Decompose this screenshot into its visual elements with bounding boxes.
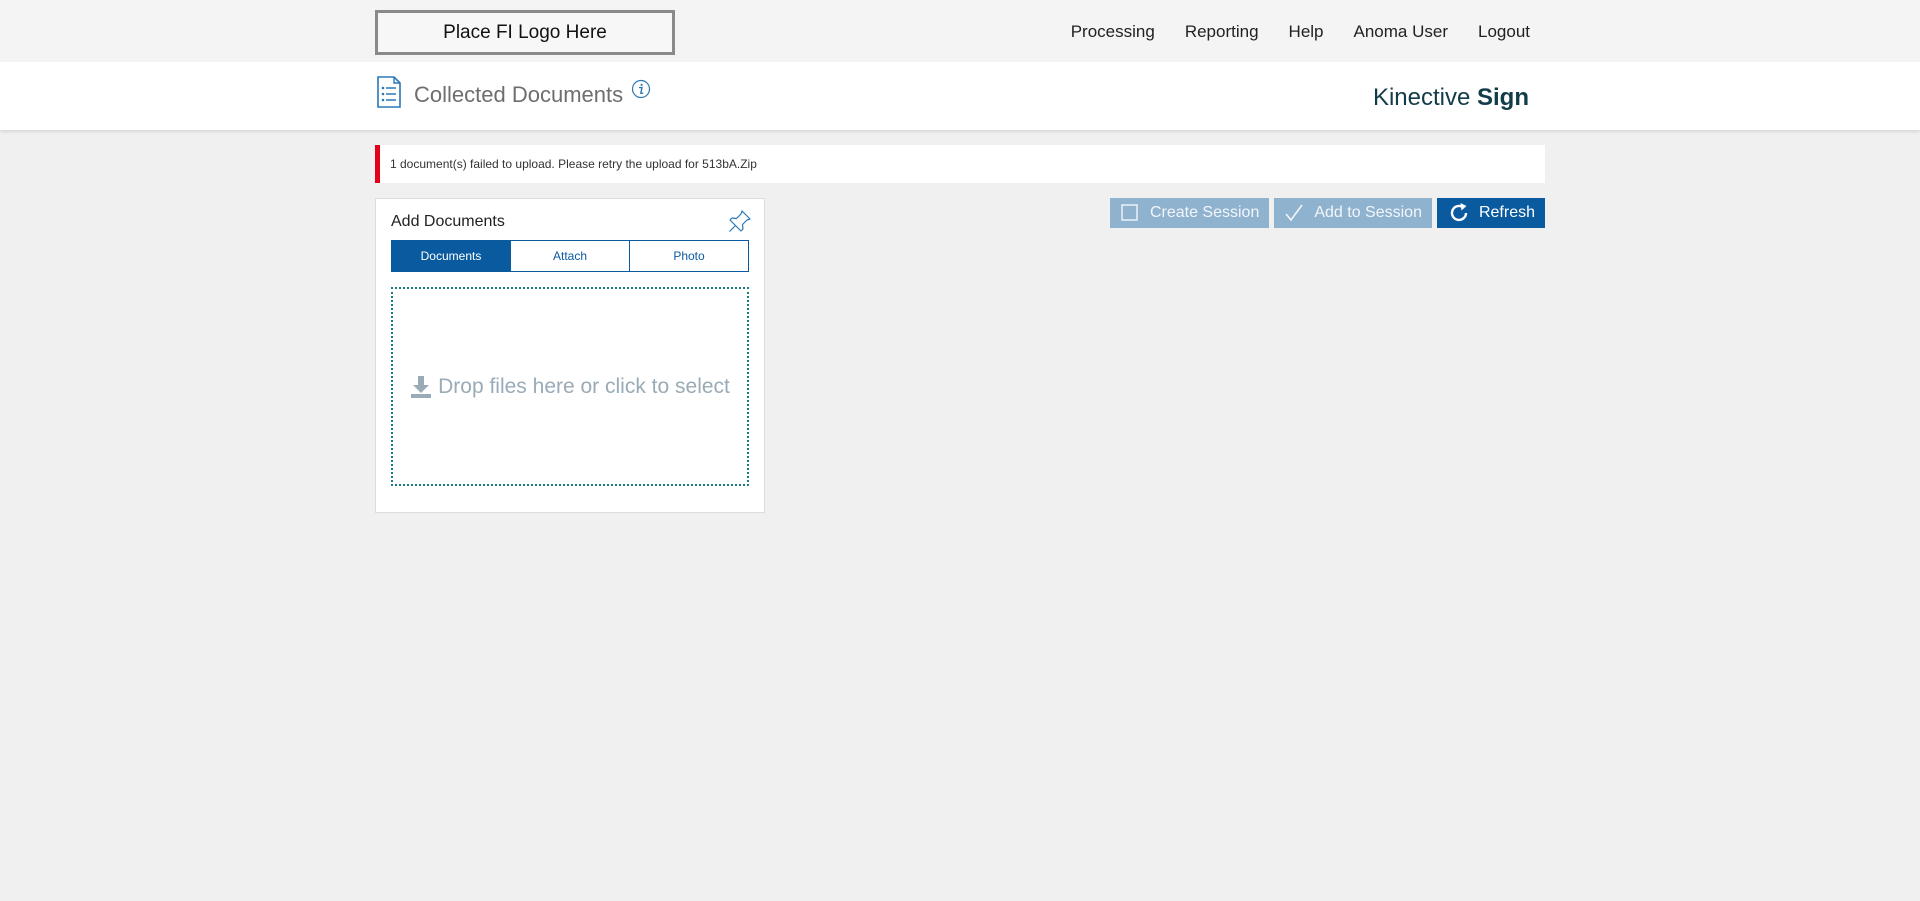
refresh-button[interactable]: Refresh [1436, 198, 1545, 228]
panel-title: Add Documents [391, 213, 505, 230]
tab-documents[interactable]: Documents [392, 241, 510, 271]
brand-bold-text: Sign [1477, 84, 1529, 111]
checkmark-icon [1285, 204, 1303, 222]
add-documents-panel: Add Documents Documents Attach Photo Dro… [375, 198, 765, 513]
checkbox-icon [1121, 204, 1138, 221]
refresh-icon [1450, 203, 1468, 222]
upload-error-alert: 1 document(s) failed to upload. Please r… [375, 145, 1545, 183]
brand-light-text: Kinective [1372, 84, 1477, 111]
nav-user[interactable]: Anoma User [1354, 22, 1448, 42]
tab-photo[interactable]: Photo [629, 241, 748, 271]
alert-message: 1 document(s) failed to upload. Please r… [390, 157, 757, 171]
download-icon [411, 375, 432, 398]
add-to-session-button[interactable]: Add to Session [1274, 198, 1432, 228]
create-session-button[interactable]: Create Session [1109, 198, 1270, 228]
nav-help[interactable]: Help [1289, 22, 1324, 42]
create-session-label: Create Session [1149, 204, 1260, 221]
nav-logout[interactable]: Logout [1478, 22, 1530, 42]
session-actions: Create Session Add to Session Refresh [1109, 198, 1545, 228]
dropzone-text: Drop files here or click to select [438, 374, 730, 398]
pin-icon[interactable] [728, 209, 752, 233]
nav-processing[interactable]: Processing [1071, 22, 1155, 42]
tab-attach[interactable]: Attach [510, 241, 629, 271]
info-icon[interactable] [631, 79, 651, 99]
nav-reporting[interactable]: Reporting [1185, 22, 1259, 42]
title-band: Collected Documents Kinective Sign [0, 62, 1920, 130]
fi-logo-placeholder[interactable]: Place FI Logo Here [375, 10, 675, 55]
brand-logo: Kinective Sign [1373, 84, 1529, 112]
refresh-label: Refresh [1478, 204, 1535, 221]
top-header: Place FI Logo Here Processing Reporting … [0, 0, 1920, 62]
document-list-icon [377, 76, 401, 108]
add-to-session-label: Add to Session [1314, 204, 1422, 221]
file-dropzone[interactable]: Drop files here or click to select [391, 287, 749, 486]
document-source-tabs: Documents Attach Photo [391, 240, 749, 272]
main-nav: Processing Reporting Help Anoma User Log… [1071, 22, 1530, 42]
page-title: Collected Documents [414, 82, 624, 107]
